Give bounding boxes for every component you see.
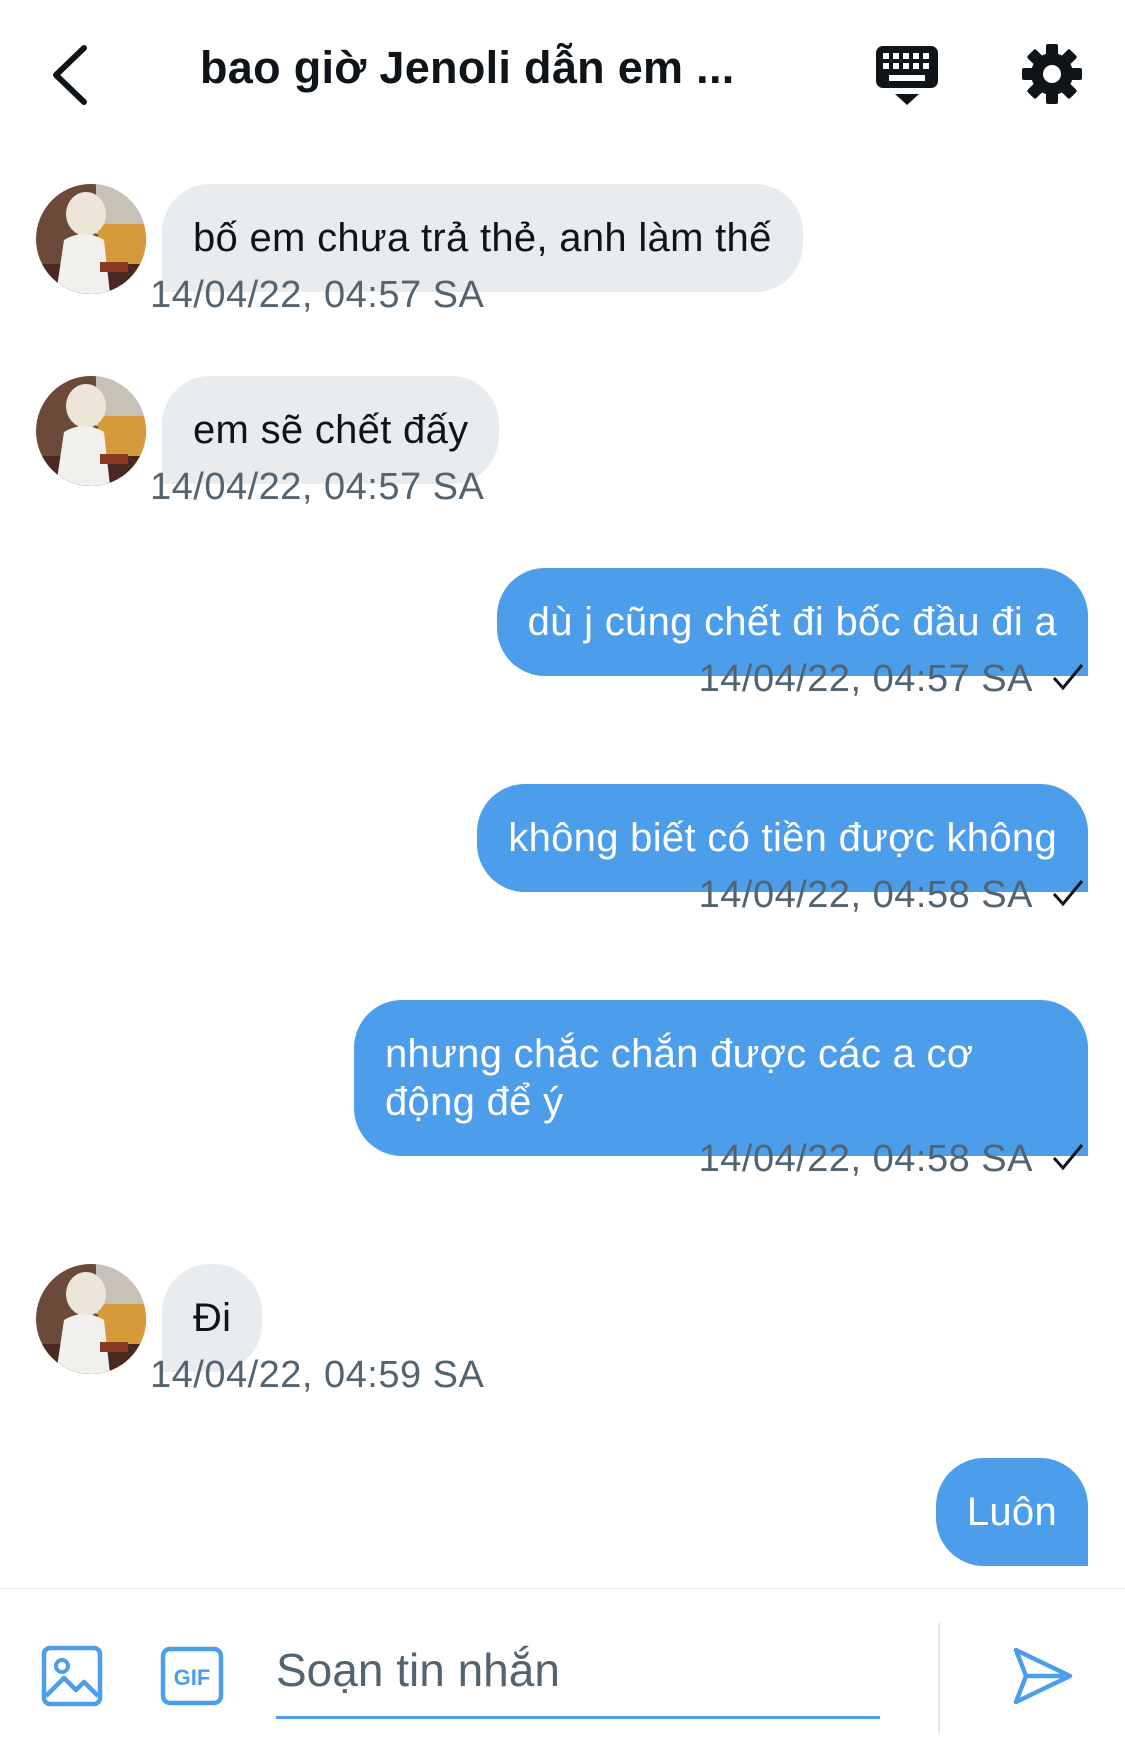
read-check-icon bbox=[1051, 1139, 1085, 1182]
message-timestamp: 14/04/22, 04:58 SA bbox=[698, 1138, 1033, 1180]
read-check-icon bbox=[1051, 659, 1085, 702]
send-icon bbox=[1013, 1647, 1073, 1705]
add-image-button[interactable] bbox=[40, 1644, 104, 1708]
message-status: 14/04/22, 04:58 SA bbox=[699, 1138, 1085, 1182]
send-button[interactable] bbox=[1010, 1644, 1074, 1708]
read-check-icon bbox=[1051, 875, 1085, 918]
message-composer: GIF bbox=[0, 1588, 1125, 1755]
avatar[interactable] bbox=[36, 1264, 146, 1374]
keyboard-icon bbox=[876, 46, 938, 105]
image-icon bbox=[41, 1645, 103, 1707]
conversation-title[interactable]: bao giờ Jenoli dẫn em ... bbox=[200, 42, 820, 94]
avatar[interactable] bbox=[36, 376, 146, 486]
message-timestamp: 14/04/22, 04:58 SA bbox=[698, 874, 1033, 916]
message-status: 14/04/22, 04:57 SA bbox=[699, 658, 1085, 702]
svg-text:GIF: GIF bbox=[174, 1665, 211, 1690]
keyboard-shortcuts-button[interactable] bbox=[874, 42, 940, 112]
gif-icon: GIF bbox=[160, 1646, 224, 1706]
settings-button[interactable] bbox=[1020, 42, 1084, 106]
message-input[interactable] bbox=[276, 1629, 880, 1719]
message-timestamp: 14/04/22, 04:57 SA bbox=[150, 274, 485, 316]
message-list[interactable]: bố em chưa trả thẻ, anh làm thế 14/04/22… bbox=[0, 150, 1125, 1588]
message-timestamp: 14/04/22, 04:57 SA bbox=[698, 658, 1033, 700]
gear-icon bbox=[1022, 44, 1082, 104]
message-bubble-outgoing[interactable]: nhưng chắc chắn được các a cơ động để ý bbox=[354, 1000, 1088, 1156]
message-timestamp: 14/04/22, 04:59 SA bbox=[150, 1354, 485, 1396]
avatar[interactable] bbox=[36, 184, 146, 294]
composer-divider bbox=[938, 1623, 940, 1733]
conversation-header: bao giờ Jenoli dẫn em ... bbox=[0, 0, 1125, 150]
back-button[interactable] bbox=[40, 40, 100, 110]
message-status: 14/04/22, 04:58 SA bbox=[699, 874, 1085, 918]
message-bubble-outgoing[interactable]: Luôn bbox=[935, 1458, 1088, 1566]
add-gif-button[interactable]: GIF bbox=[160, 1646, 224, 1706]
chevron-left-icon bbox=[53, 45, 87, 105]
message-timestamp: 14/04/22, 04:57 SA bbox=[150, 466, 485, 508]
